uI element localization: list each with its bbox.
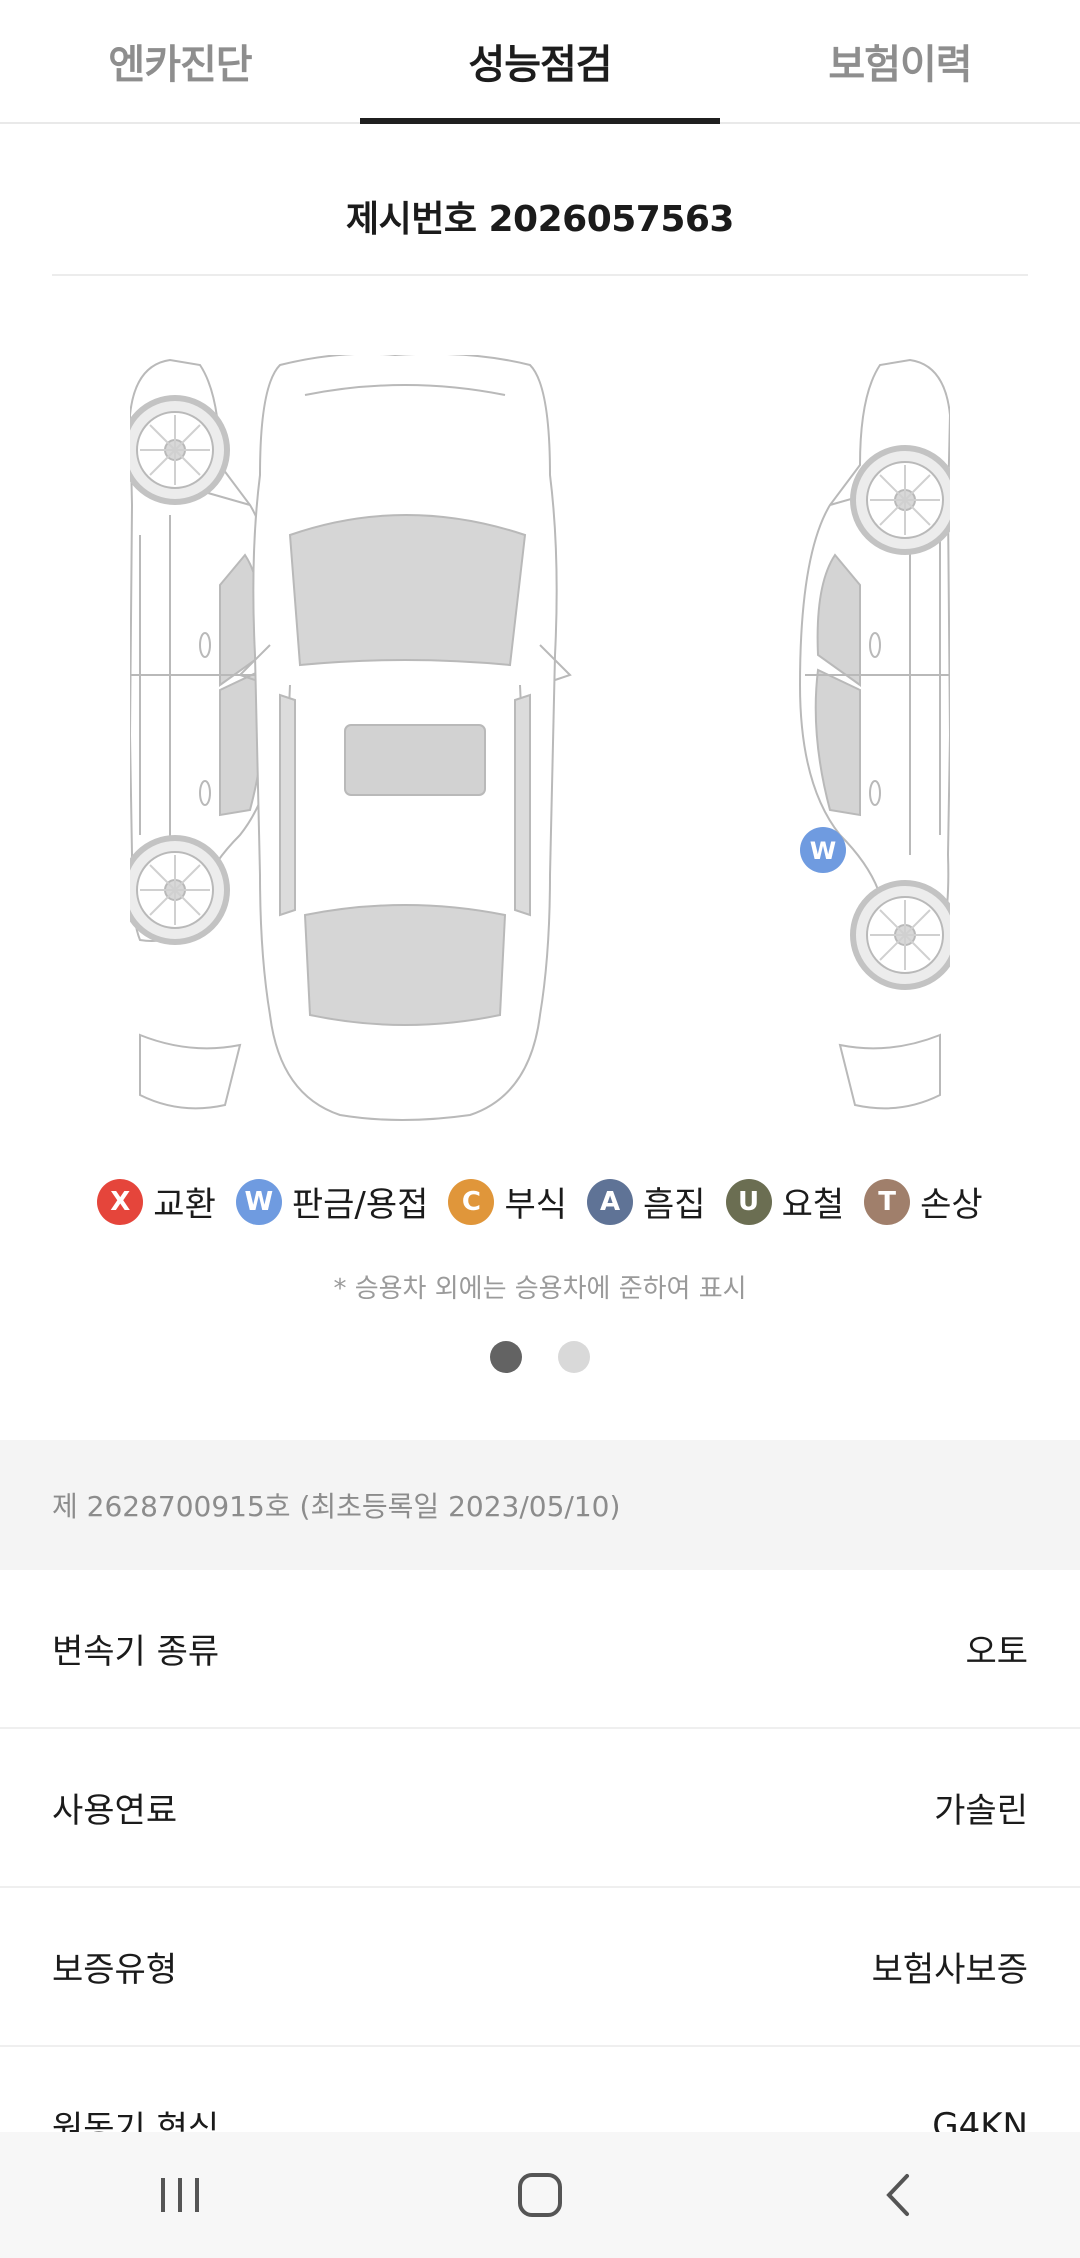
home-icon xyxy=(518,2173,562,2217)
damage-marker-label: W xyxy=(810,837,836,865)
detail-row-warranty: 보증유형 보험사보증 xyxy=(0,1888,1080,2047)
listing-number: 제시번호 2026057563 xyxy=(345,199,735,240)
detail-label: 보증유형 xyxy=(52,1950,178,1990)
legend-badge-w: W xyxy=(235,1178,282,1225)
detail-label: 변속기 종류 xyxy=(52,1632,220,1672)
legend-note: * 승용차 외에는 승용차에 준하여 표시 xyxy=(333,1274,747,1304)
tab-performance-check[interactable]: 성능점검 xyxy=(360,0,720,122)
page-dot-2[interactable] xyxy=(558,1341,590,1373)
detail-value: 가솔린 xyxy=(934,1791,1028,1831)
detail-value: 보험사보증 xyxy=(871,1950,1028,1990)
page-dot-1[interactable] xyxy=(490,1341,522,1373)
tab-bar: 엔카진단 성능점검 보험이력 xyxy=(0,0,1080,124)
damage-legend: X 교환 W 판금/용접 C 부식 A 흠집 U 요철 T 손상 xyxy=(0,1177,1080,1226)
recent-apps-button[interactable] xyxy=(120,2145,240,2245)
detail-row-transmission: 변속기 종류 오토 xyxy=(0,1570,1080,1729)
tab-insurance-history[interactable]: 보험이력 xyxy=(720,0,1080,122)
legend-badge-t: T xyxy=(864,1178,911,1225)
legend-label: 흠집 xyxy=(643,1185,706,1225)
legend-label: 교환 xyxy=(153,1185,216,1225)
damage-marker-w[interactable]: W xyxy=(800,827,846,873)
detail-value: 오토 xyxy=(965,1632,1028,1672)
legend-item-damage: T 손상 xyxy=(864,1177,983,1226)
registration-info: 제 2628700915호 (최초등록일 2023/05/10) xyxy=(0,1440,1080,1570)
legend-badge-a: A xyxy=(587,1178,633,1225)
page-indicator xyxy=(0,1341,1080,1373)
right-side-view xyxy=(798,358,950,1110)
back-icon xyxy=(886,2174,909,2216)
legend-badge-u: U xyxy=(725,1178,772,1225)
legend-item-scratch: A 흠집 xyxy=(587,1177,706,1226)
car-inspection-diagram: W xyxy=(130,355,950,1121)
legend-item-exchange: X 교환 xyxy=(97,1177,216,1226)
legend-badge-x: X xyxy=(97,1178,144,1225)
legend-label: 부식 xyxy=(504,1185,567,1225)
legend-label: 판금/용접 xyxy=(291,1185,429,1225)
legend-label: 손상 xyxy=(920,1185,983,1225)
legend-item-sheet-metal-weld: W 판금/용접 xyxy=(235,1177,429,1226)
tab-encar-diagnosis[interactable]: 엔카진단 xyxy=(0,0,360,122)
top-view xyxy=(238,355,572,1121)
back-button[interactable] xyxy=(840,2145,960,2245)
legend-label: 요철 xyxy=(781,1185,845,1225)
system-nav-bar xyxy=(0,2132,1080,2258)
detail-row-fuel: 사용연료 가솔린 xyxy=(0,1729,1080,1888)
divider xyxy=(52,274,1028,276)
recent-apps-icon xyxy=(161,2178,199,2212)
active-tab-indicator xyxy=(360,118,720,124)
legend-item-corrosion: C 부식 xyxy=(448,1177,567,1226)
home-button[interactable] xyxy=(480,2145,600,2245)
legend-badge-c: C xyxy=(448,1178,495,1225)
legend-item-dent: U 요철 xyxy=(725,1177,845,1226)
detail-label: 사용연료 xyxy=(52,1791,178,1831)
